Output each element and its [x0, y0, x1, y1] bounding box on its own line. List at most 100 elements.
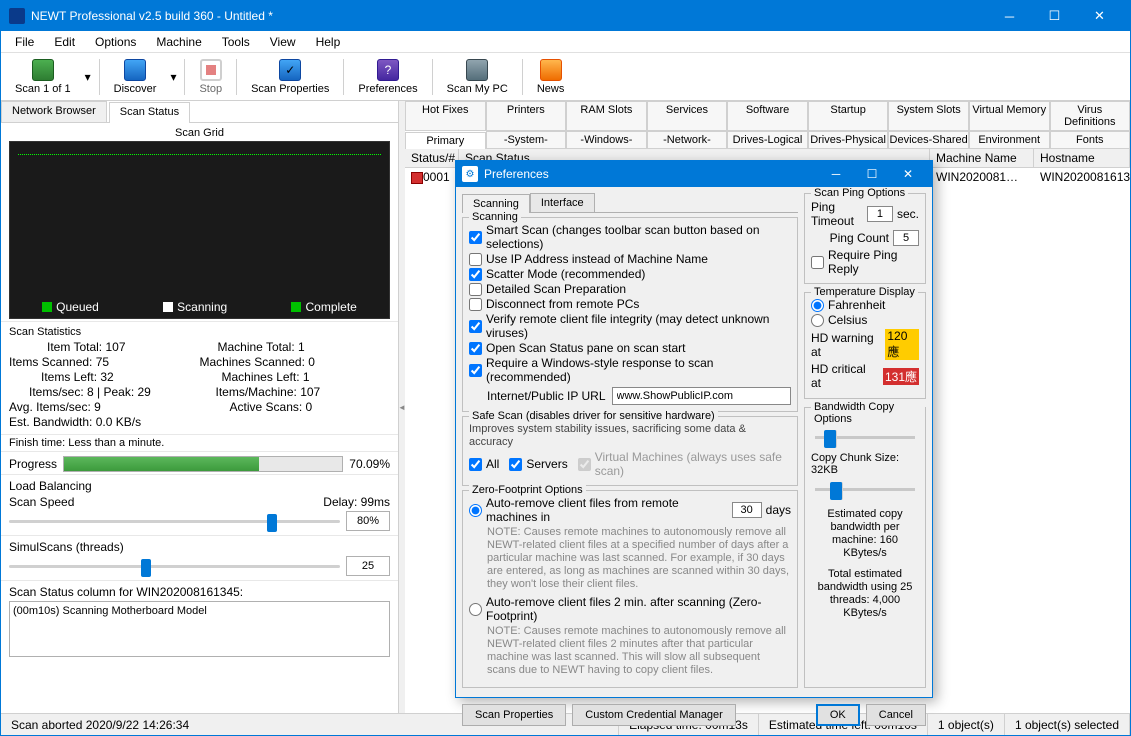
dialog-cancel-button[interactable]: Cancel — [866, 704, 926, 726]
hd-critical-value[interactable]: 131應 — [883, 368, 919, 385]
scan-properties-button[interactable]: ✓ Scan Properties — [241, 57, 339, 97]
toolbar: Scan 1 of 1 ▾ Discover ▾ Stop ✓ Scan Pro… — [1, 53, 1130, 101]
dialog-tab-interface[interactable]: Interface — [530, 193, 595, 212]
tab-startup[interactable]: Startup — [808, 101, 889, 130]
opt-disconnect[interactable]: Disconnect from remote PCs — [469, 297, 791, 311]
opt-detailed[interactable]: Detailed Scan Preparation — [469, 282, 791, 296]
zero-auto-2min[interactable]: Auto-remove client files 2 min. after sc… — [469, 595, 791, 623]
opt-verify[interactable]: Verify remote client file integrity (may… — [469, 312, 791, 340]
opt-open-pane[interactable]: Open Scan Status pane on scan start — [469, 341, 791, 355]
tab-drives-logical[interactable]: Drives-Logical — [727, 131, 808, 148]
opt-use-ip[interactable]: Use IP Address instead of Machine Name — [469, 252, 791, 266]
simulscans-slider[interactable] — [9, 556, 340, 576]
opt-win-response[interactable]: Require a Windows-style response to scan… — [469, 356, 791, 384]
tab-printers[interactable]: Printers — [486, 101, 567, 130]
opt-smart-scan[interactable]: Smart Scan (changes toolbar scan button … — [469, 223, 791, 251]
ping-count-input[interactable] — [893, 230, 919, 246]
chunk-size-slider[interactable] — [811, 478, 919, 502]
minimize-button[interactable]: ─ — [987, 1, 1032, 31]
tab-devices-shared[interactable]: Devices-Shared — [888, 131, 969, 148]
status-column-box: (00m10s) Scanning Motherboard Model — [9, 601, 390, 657]
app-icon — [9, 8, 25, 24]
tab-services[interactable]: Services — [647, 101, 728, 130]
temp-fahrenheit[interactable]: Fahrenheit — [811, 298, 919, 312]
main-titlebar: NEWT Professional v2.5 build 360 - Untit… — [1, 1, 1130, 31]
tab-drives-physical[interactable]: Drives-Physical — [808, 131, 889, 148]
finish-time: Finish time: Less than a minute. — [1, 434, 398, 451]
news-icon — [540, 59, 562, 81]
news-button[interactable]: News — [527, 57, 575, 97]
dialog-titlebar[interactable]: ⚙ Preferences ─ ☐ ✕ — [456, 161, 932, 187]
tab-virus-definitions[interactable]: Virus Definitions — [1050, 101, 1131, 130]
tab-environment[interactable]: Environment — [969, 131, 1050, 148]
tab-windows[interactable]: -Windows- — [566, 131, 647, 148]
scan-grid-label: Scan Grid — [9, 127, 390, 139]
temp-celsius[interactable]: Celsius — [811, 313, 919, 327]
close-button[interactable]: ✕ — [1077, 1, 1122, 31]
tab-network[interactable]: -Network- — [647, 131, 728, 148]
menu-machine[interactable]: Machine — [146, 33, 211, 51]
tab-software[interactable]: Software — [727, 101, 808, 130]
discover-icon — [124, 59, 146, 81]
status-selected: 1 object(s) selected — [1005, 714, 1130, 735]
safe-servers[interactable]: Servers — [509, 457, 567, 471]
right-tabs-lower: Primary -System- -Windows- -Network- Dri… — [405, 131, 1130, 149]
progress-bar — [63, 456, 343, 472]
tab-network-browser[interactable]: Network Browser — [1, 101, 107, 122]
menu-help[interactable]: Help — [306, 33, 351, 51]
status-column-title: Scan Status column for WIN202008161345: — [9, 585, 390, 599]
tab-virtual-memory[interactable]: Virtual Memory — [969, 101, 1050, 130]
dialog-title: Preferences — [484, 167, 818, 181]
scan-speed-value[interactable]: 80% — [346, 511, 390, 531]
require-ping-reply[interactable]: Require Ping Reply — [811, 248, 919, 276]
dialog-ok-button[interactable]: OK — [816, 704, 860, 726]
menu-options[interactable]: Options — [85, 33, 146, 51]
tab-hotfixes[interactable]: Hot Fixes — [405, 101, 486, 130]
progress-pct: 70.09% — [349, 457, 390, 471]
simulscans-value[interactable]: 25 — [346, 556, 390, 576]
opt-scatter[interactable]: Scatter Mode (recommended) — [469, 267, 791, 281]
dialog-maximize[interactable]: ☐ — [854, 161, 890, 187]
scan-grid: Queued Scanning Complete — [9, 141, 390, 319]
zero-auto-days[interactable]: Auto-remove client files from remote mac… — [469, 496, 791, 524]
menu-tools[interactable]: Tools — [212, 33, 260, 51]
menu-view[interactable]: View — [260, 33, 306, 51]
right-tabs-upper: Hot Fixes Printers RAM Slots Services So… — [405, 101, 1130, 131]
preferences-button[interactable]: ? Preferences — [348, 57, 427, 97]
discover-button[interactable]: Discover — [104, 57, 167, 97]
stop-icon — [200, 59, 222, 81]
menu-file[interactable]: File — [5, 33, 44, 51]
dialog-credential-manager-button[interactable]: Custom Credential Manager — [572, 704, 736, 726]
safe-all[interactable]: All — [469, 457, 499, 471]
hd-warning-value[interactable]: 120應 — [885, 329, 919, 360]
tab-system[interactable]: -System- — [486, 131, 567, 148]
stop-button[interactable]: Stop — [189, 57, 232, 97]
status-icon — [411, 172, 423, 184]
menu-edit[interactable]: Edit — [44, 33, 85, 51]
ip-url-input[interactable] — [612, 387, 791, 405]
tab-primary[interactable]: Primary — [405, 132, 486, 149]
scan-statistics: Item Total: 107Machine Total: 1 Items Sc… — [9, 340, 390, 430]
scan-statistics-title: Scan Statistics — [9, 326, 390, 338]
scan-my-pc-button[interactable]: Scan My PC — [437, 57, 518, 97]
scan-dropdown[interactable]: ▾ — [81, 70, 95, 84]
scan-speed-slider[interactable] — [9, 511, 340, 531]
progress-label: Progress — [9, 457, 57, 471]
dialog-minimize[interactable]: ─ — [818, 161, 854, 187]
tab-fonts[interactable]: Fonts — [1050, 131, 1131, 148]
dialog-close[interactable]: ✕ — [890, 161, 926, 187]
ping-timeout-input[interactable] — [867, 206, 893, 222]
tab-scan-status[interactable]: Scan Status — [109, 102, 190, 123]
safe-vm: Virtual Machines (always uses safe scan) — [578, 450, 791, 478]
zero-days-input[interactable] — [732, 502, 762, 518]
tab-ram-slots[interactable]: RAM Slots — [566, 101, 647, 130]
tab-system-slots[interactable]: System Slots — [888, 101, 969, 130]
packet-delay-slider[interactable] — [811, 426, 919, 450]
maximize-button[interactable]: ☐ — [1032, 1, 1077, 31]
preferences-dialog: ⚙ Preferences ─ ☐ ✕ Scanning Interface S… — [455, 160, 933, 698]
discover-dropdown[interactable]: ▾ — [166, 70, 180, 84]
scan-properties-icon: ✓ — [279, 59, 301, 81]
scan-button[interactable]: Scan 1 of 1 — [5, 57, 81, 97]
dialog-scan-properties-button[interactable]: Scan Properties — [462, 704, 566, 726]
ip-url-label: Internet/Public IP URL — [487, 389, 606, 403]
